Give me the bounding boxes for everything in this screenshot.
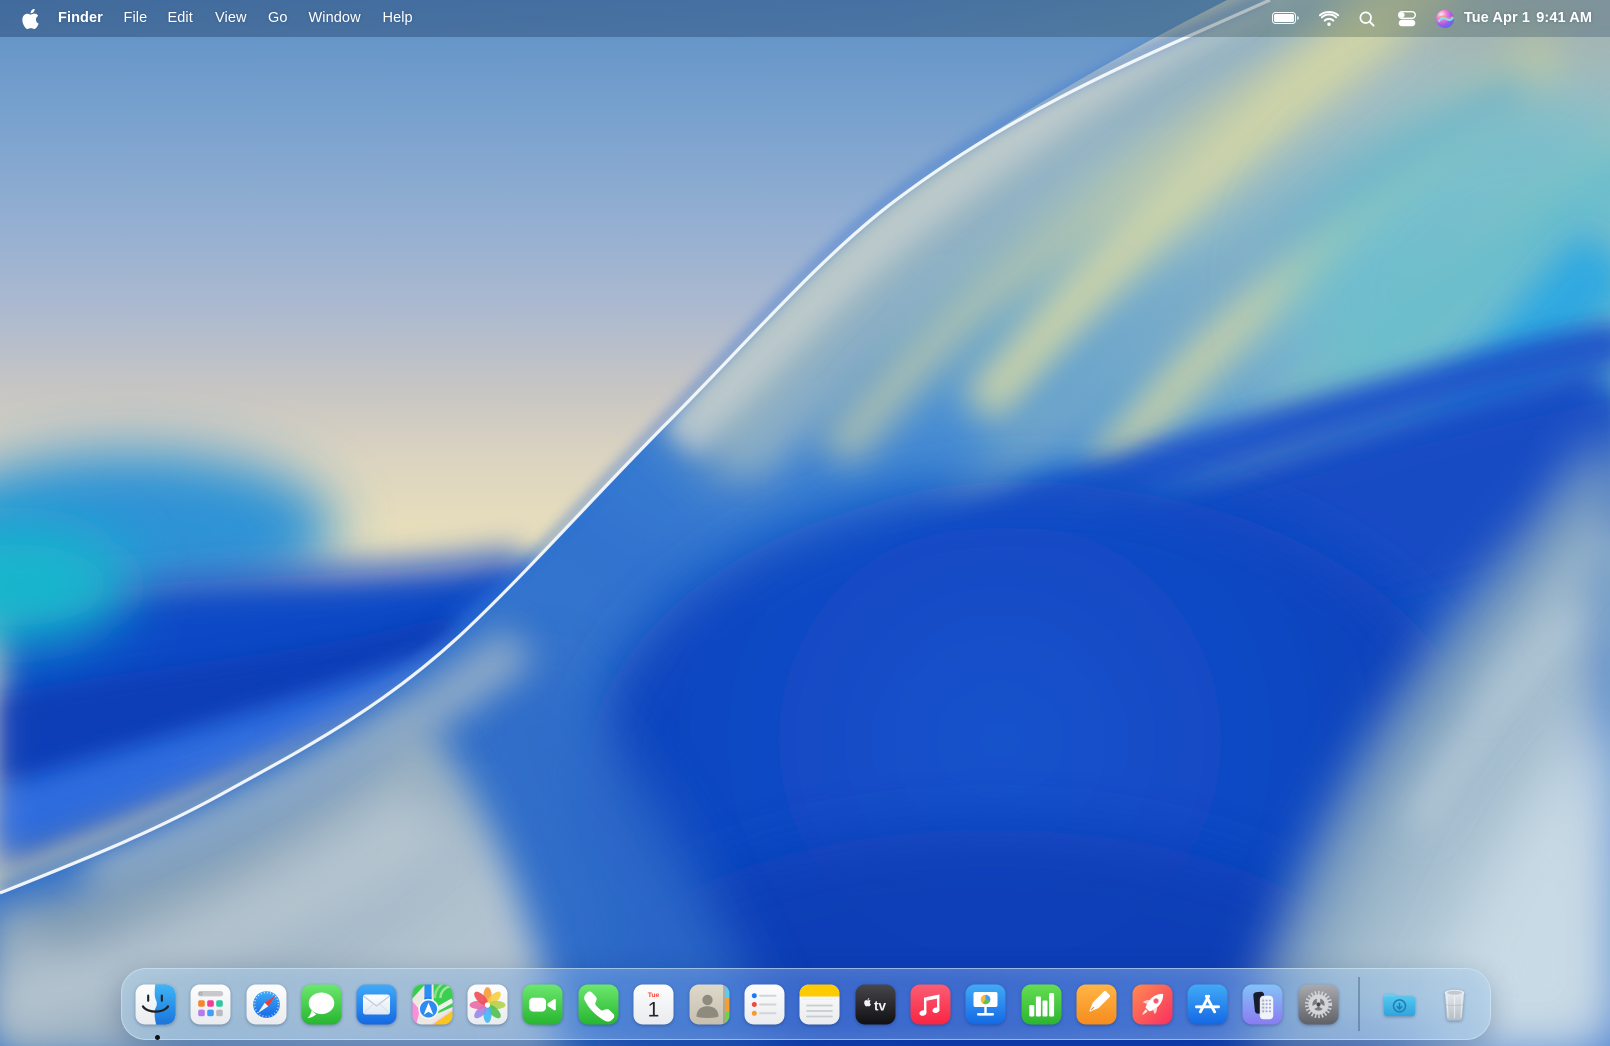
svg-text:1: 1 [648, 998, 660, 1021]
svg-text:tv: tv [874, 998, 886, 1013]
